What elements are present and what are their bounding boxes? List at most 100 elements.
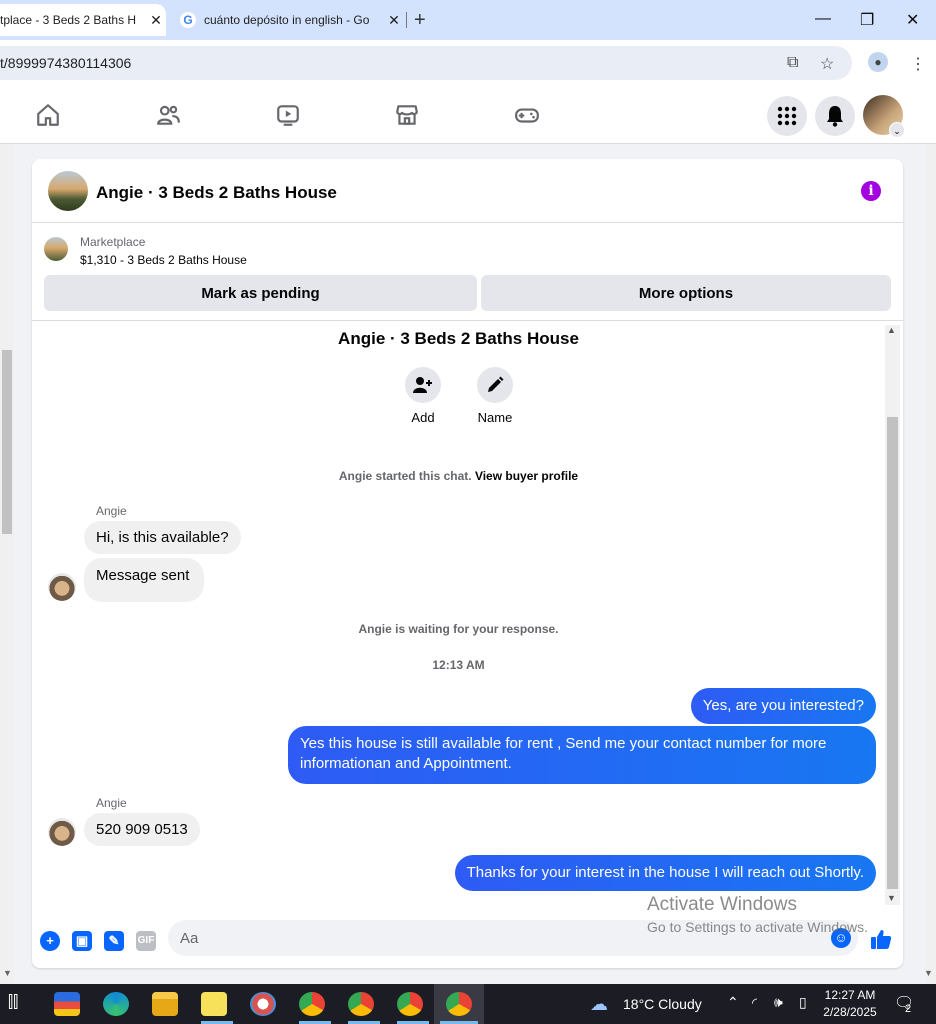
message-input-placeholder: Aa xyxy=(180,929,199,947)
close-window-icon[interactable]: ✕ xyxy=(906,10,919,30)
weather-text[interactable]: 18°C Cloudy xyxy=(623,996,702,1012)
app-icon-grid[interactable] xyxy=(54,992,80,1016)
windows-taskbar: ⫿⫿ ☁ 18°C Cloudy ⌃ ◜ 🕪 ▯ 12:27 AM 2/28/2… xyxy=(0,984,936,1024)
url-text: t/8999974380114306 xyxy=(0,55,132,71)
sticky-notes-icon[interactable] xyxy=(201,992,227,1016)
name-label: Name xyxy=(477,410,513,425)
scroll-down-arrow-icon[interactable]: ▼ xyxy=(887,893,896,903)
edge-browser-icon[interactable] xyxy=(103,992,129,1016)
task-view-icon[interactable]: ⫿⫿ xyxy=(8,994,18,1012)
plus-circle-icon[interactable]: + xyxy=(40,931,60,951)
outgoing-message[interactable]: Yes, are you interested? xyxy=(690,688,876,724)
message-scrollbar-thumb[interactable] xyxy=(887,417,898,889)
tab-title: tplace - 3 Beds 2 Baths H xyxy=(0,13,137,27)
waiting-notice: Angie is waiting for your response. xyxy=(358,622,559,636)
gaming-icon[interactable] xyxy=(514,102,540,128)
tab-title: cuánto depósito in english - Go xyxy=(204,13,370,27)
browser-profile-icon[interactable]: ● xyxy=(868,52,888,72)
file-explorer-icon[interactable] xyxy=(152,992,178,1016)
friends-icon[interactable] xyxy=(155,102,181,128)
add-label: Add xyxy=(411,410,435,425)
pencil-icon[interactable] xyxy=(477,367,513,403)
name-chat-action[interactable]: Name xyxy=(465,367,525,425)
tab-marketplace[interactable]: tplace - 3 Beds 2 Baths H ✕ xyxy=(0,4,166,36)
tab-separator xyxy=(406,12,407,28)
close-tab-icon[interactable]: ✕ xyxy=(384,12,404,29)
scroll-down-arrow-icon[interactable]: ▼ xyxy=(3,968,12,978)
outgoing-message[interactable]: Thanks for your interest in the house I … xyxy=(454,855,876,891)
marketplace-label: Marketplace xyxy=(80,235,146,249)
listing-price-title[interactable]: $1,310 - 3 Beds 2 Baths House xyxy=(80,253,247,267)
add-people-action[interactable]: Add xyxy=(393,367,453,425)
home-icon[interactable] xyxy=(35,102,61,128)
chevron-up-icon[interactable]: ⌃ xyxy=(727,994,739,1011)
chevron-down-icon[interactable]: ⌄ xyxy=(889,122,905,138)
system-clock[interactable]: 12:27 AM 2/28/2025 xyxy=(818,987,882,1021)
google-icon: G xyxy=(180,12,196,28)
incoming-message[interactable]: Message sent xyxy=(84,558,205,602)
chat-header: Angie · 3 Beds 2 Baths House i xyxy=(32,159,903,223)
bookmark-star-icon[interactable]: ☆ xyxy=(820,54,834,74)
chat-started-text: Angie started this chat. xyxy=(338,469,472,483)
marketplace-icon[interactable] xyxy=(394,102,420,128)
maximize-icon[interactable]: ❐ xyxy=(860,10,874,30)
paint-icon[interactable] xyxy=(250,992,276,1016)
sender-avatar[interactable] xyxy=(48,573,76,601)
more-options-button[interactable]: More options xyxy=(481,275,891,311)
cloud-weather-icon[interactable]: ☁ xyxy=(590,994,608,1015)
incoming-message[interactable]: Hi, is this available? xyxy=(84,521,241,554)
close-tab-icon[interactable]: ✕ xyxy=(146,12,166,29)
notifications-bell-icon[interactable] xyxy=(815,96,855,136)
clock-date: 2/28/2025 xyxy=(823,1005,877,1019)
battery-icon[interactable]: ▯ xyxy=(799,994,807,1011)
browser-tab-strip: tplace - 3 Beds 2 Baths H ✕ G cuánto dep… xyxy=(0,0,936,40)
new-tab-icon[interactable]: + xyxy=(414,9,426,32)
activate-windows-watermark: Activate Windows Go to Settings to activ… xyxy=(647,894,868,935)
tab-google-search[interactable]: G cuánto depósito in english - Go ✕ xyxy=(172,4,404,36)
photo-icon[interactable]: ▣ xyxy=(72,931,92,951)
chrome-profile-b-icon[interactable] xyxy=(348,992,374,1016)
view-buyer-profile-link[interactable]: View buyer profile xyxy=(475,469,578,483)
scroll-up-arrow-icon[interactable]: ▲ xyxy=(887,325,896,335)
sticker-icon[interactable]: ✎ xyxy=(104,931,124,951)
address-bar-row: t/8999974380114306 ⧉ ☆ ● ⋮ xyxy=(0,40,936,86)
sender-name: Angie xyxy=(96,504,127,518)
mark-as-pending-button[interactable]: Mark as pending xyxy=(44,275,477,311)
watermark-subtitle: Go to Settings to activate Windows. xyxy=(647,919,868,935)
volume-icon[interactable]: 🕪 xyxy=(774,994,783,1011)
conversation-title: Angie · 3 Beds 2 Baths House xyxy=(338,329,579,348)
left-panel-scrollbar[interactable] xyxy=(0,144,14,984)
page-scrollbar[interactable] xyxy=(926,144,936,984)
message-timestamp: 12:13 AM xyxy=(432,658,485,672)
chat-title[interactable]: Angie · 3 Beds 2 Baths House xyxy=(96,183,337,203)
incoming-message[interactable]: 520 909 0513 xyxy=(84,813,200,846)
install-app-icon[interactable]: ⧉ xyxy=(787,54,798,72)
chat-window: Angie · 3 Beds 2 Baths House i Marketpla… xyxy=(32,159,903,968)
add-person-icon[interactable] xyxy=(405,367,441,403)
gif-icon[interactable]: GIF xyxy=(136,931,156,951)
watermark-title: Activate Windows xyxy=(647,894,797,915)
chrome-profile-c-icon[interactable] xyxy=(397,992,423,1016)
sender-avatar[interactable] xyxy=(48,818,76,846)
menu-grid-icon[interactable] xyxy=(767,96,807,136)
listing-thumbnail[interactable] xyxy=(44,237,68,261)
notification-count: 2 xyxy=(905,1003,912,1015)
scroll-down-arrow-icon[interactable]: ▼ xyxy=(924,968,933,978)
clock-time: 12:27 AM xyxy=(824,988,876,1002)
browser-menu-icon[interactable]: ⋮ xyxy=(910,54,926,74)
message-list: Angie · 3 Beds 2 Baths House Add Name An… xyxy=(32,321,903,911)
info-icon[interactable]: i xyxy=(861,181,881,201)
facebook-top-nav: ⌄ xyxy=(0,86,936,144)
chrome-profile-a-icon[interactable] xyxy=(299,992,325,1016)
marketplace-listing-bar: Marketplace $1,310 - 3 Beds 2 Baths Hous… xyxy=(32,223,903,321)
chrome-profile-d-icon[interactable] xyxy=(446,992,472,1016)
minimize-icon[interactable]: — xyxy=(815,10,831,28)
video-icon[interactable] xyxy=(275,102,301,128)
outgoing-message[interactable]: Yes this house is still available for re… xyxy=(288,726,876,784)
left-scrollbar-thumb[interactable] xyxy=(2,350,12,534)
wifi-icon[interactable]: ◜ xyxy=(752,995,757,1011)
sender-name: Angie xyxy=(96,796,127,810)
thumbs-up-icon[interactable] xyxy=(870,928,892,956)
address-bar[interactable]: t/8999974380114306 xyxy=(0,46,852,80)
listing-avatar[interactable] xyxy=(48,171,88,211)
